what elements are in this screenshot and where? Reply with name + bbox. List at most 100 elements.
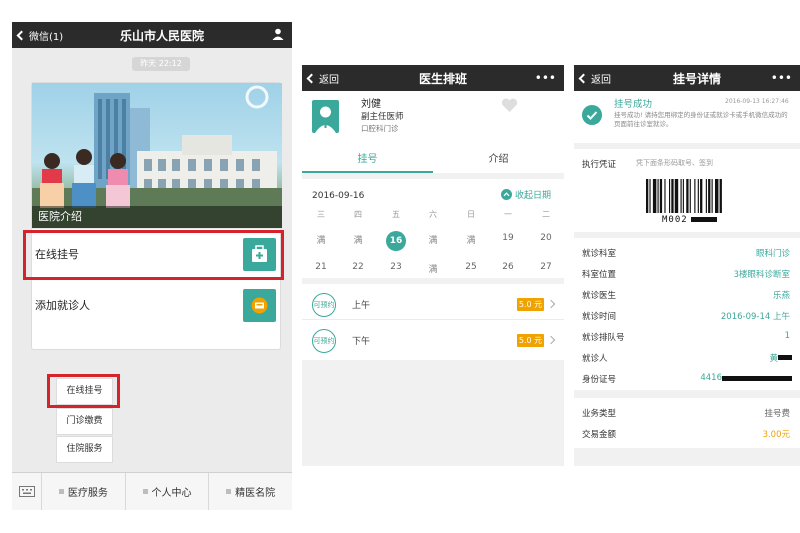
doctor-schedule-screen: 返回 医生排班 ••• 刘健 副主任医师 口腔科门诊 挂号 介绍 2016-09… — [302, 65, 564, 466]
id-card-icon — [243, 289, 276, 322]
tab-introduction[interactable]: 介绍 — [433, 146, 564, 173]
detail-value: 3.00元 — [762, 430, 790, 440]
hero-caption: 医院介绍 — [32, 206, 282, 228]
bottom-menu: 医疗服务 个人中心 精医名院 — [12, 472, 292, 510]
calendar-day[interactable]: 19 — [496, 233, 520, 243]
menu-row-label: 添加就诊人 — [35, 299, 90, 312]
detail-value: 乐燕 — [772, 291, 790, 301]
registration-detail-screen: 返回 挂号详情 ••• 挂号成功 2016-09-13 16:27:46 挂号成… — [574, 65, 800, 466]
redaction-bar — [690, 217, 717, 222]
page-title: 挂号详情 — [672, 71, 721, 86]
menu-row-add-patient[interactable]: 添加就诊人 — [32, 279, 282, 330]
menu-medical-service[interactable]: 医疗服务 — [42, 473, 126, 510]
detail-row: 科室位置 3楼眼科诊断室 — [574, 263, 800, 284]
menu-famous-doctors[interactable]: 精医名院 — [209, 473, 292, 510]
profile-button[interactable] — [252, 28, 292, 43]
chevron-left-icon — [16, 30, 27, 40]
detail-key: 就诊医生 — [582, 291, 617, 301]
detail-row: 就诊时间 2016-09-14 上午 — [574, 305, 800, 326]
weekday-label: 一 — [504, 210, 512, 219]
calendar-day[interactable]: 25 — [459, 262, 483, 272]
more-button[interactable]: ••• — [524, 71, 564, 85]
calendar-day[interactable]: 26 — [496, 262, 520, 272]
calendar-day[interactable]: 21 — [309, 262, 333, 272]
redaction-bar — [778, 355, 792, 360]
detail-row: 就诊人 黄 — [574, 347, 800, 368]
menu-dot-icon — [142, 489, 148, 494]
collapse-label: 收起日期 — [515, 191, 552, 201]
detail-value: 1 — [784, 331, 790, 341]
weekday-label: 二 — [542, 210, 550, 219]
more-icon: ••• — [770, 71, 792, 85]
chevron-right-icon — [546, 299, 556, 309]
detail-row: 就诊科室 眼科门诊 — [574, 242, 800, 263]
hospital-photo[interactable]: 医院介绍 — [32, 83, 282, 228]
voucher-card: 执行凭证 凭下面条形码取号、签到 M002 — [574, 149, 800, 232]
doctor-avatar — [312, 100, 339, 133]
detail-key: 就诊人 — [582, 354, 608, 364]
wechat-navbar: 微信(1) 乐山市人民医院 — [12, 22, 292, 48]
popup-item-outpatient-payment[interactable]: 门诊缴费 — [56, 408, 113, 435]
weekday-label: 五 — [392, 210, 400, 219]
navbar: 返回 挂号详情 ••• — [574, 65, 800, 91]
back-label: 返回 — [319, 74, 339, 86]
slot-label: 上午 — [352, 301, 371, 311]
detail-key: 科室位置 — [582, 270, 617, 280]
back-label: 返回 — [591, 74, 611, 86]
detail-key: 就诊排队号 — [582, 333, 625, 343]
collapse-dates-button[interactable]: 收起日期 — [501, 188, 551, 201]
popup-item-inpatient-service[interactable]: 住院服务 — [56, 436, 113, 463]
detail-value: 眼科门诊 — [755, 249, 790, 259]
more-button[interactable]: ••• — [760, 71, 800, 85]
chevron-left-icon — [306, 73, 317, 83]
status-card: 挂号成功 2016-09-13 16:27:46 挂号成功! 请持您用绑定的身份… — [574, 91, 800, 143]
wechat-hospital-screen: 微信(1) 乐山市人民医院 昨天 22:12 医院介绍 在线挂号 添加就诊人 在… — [12, 22, 292, 510]
detail-key: 交易金额 — [582, 430, 617, 440]
back-button[interactable]: 微信(1) — [12, 28, 72, 43]
menu-label: 医疗服务 — [67, 488, 108, 499]
calendar-day-selected[interactable]: 16 — [384, 228, 408, 251]
collapse-up-icon — [501, 189, 512, 200]
calendar-day[interactable]: 满 — [309, 233, 333, 246]
menu-personal-center[interactable]: 个人中心 — [126, 473, 210, 510]
chevron-right-icon — [546, 335, 556, 345]
back-label: 微信(1) — [29, 31, 64, 43]
detail-key: 就诊科室 — [582, 249, 617, 259]
doctor-name: 刘健 — [361, 99, 381, 110]
keyboard-toggle[interactable] — [12, 473, 42, 510]
detail-value: 黄 — [769, 354, 778, 364]
slot-afternoon[interactable]: 可预约 下午 5.0 元 — [302, 319, 564, 360]
navbar: 返回 医生排班 ••• — [302, 65, 564, 91]
menu-dot-icon — [226, 489, 232, 494]
selected-date: 2016-09-16 — [312, 191, 365, 201]
doctor-title: 副主任医师 — [361, 112, 404, 122]
barcode — [646, 179, 722, 213]
weekday-label: 四 — [354, 210, 362, 219]
detail-key: 就诊时间 — [582, 312, 617, 322]
heart-icon[interactable] — [501, 98, 518, 113]
status-message: 挂号成功! 请持您用绑定的身份证或就诊卡或手机微信成功的页面前往诊室就诊。 — [614, 111, 788, 128]
calendar-day[interactable]: 20 — [534, 233, 558, 243]
tab-registration[interactable]: 挂号 — [302, 146, 433, 173]
menu-label: 个人中心 — [151, 488, 192, 499]
detail-list: 就诊科室 眼科门诊 科室位置 3楼眼科诊断室 就诊医生 乐燕 就诊时间 2016-09-… — [574, 238, 800, 390]
calendar-day[interactable]: 22 — [346, 262, 370, 272]
detail-key: 业务类型 — [582, 409, 617, 419]
calendar-day[interactable]: 满 — [421, 233, 445, 246]
calendar-day[interactable]: 满 — [421, 262, 445, 275]
calendar-day[interactable]: 23 — [384, 262, 408, 272]
chevron-left-icon — [578, 73, 589, 83]
calendar-day[interactable]: 满 — [459, 233, 483, 246]
highlight-frame — [23, 230, 284, 280]
back-button[interactable]: 返回 — [302, 71, 362, 86]
calendar-day[interactable]: 满 — [346, 233, 370, 246]
payment-list: 业务类型 挂号费 交易金额 3.00元 — [574, 398, 800, 448]
barcode-text: M002 — [662, 215, 688, 225]
calendar-day[interactable]: 27 — [534, 262, 558, 272]
back-button[interactable]: 返回 — [574, 71, 634, 86]
redaction-bar — [722, 376, 792, 381]
doctor-icon — [315, 106, 336, 133]
check-circle-icon — [582, 105, 602, 125]
article-card[interactable]: 医院介绍 在线挂号 添加就诊人 — [31, 82, 282, 350]
weekday-label: 六 — [429, 210, 437, 219]
